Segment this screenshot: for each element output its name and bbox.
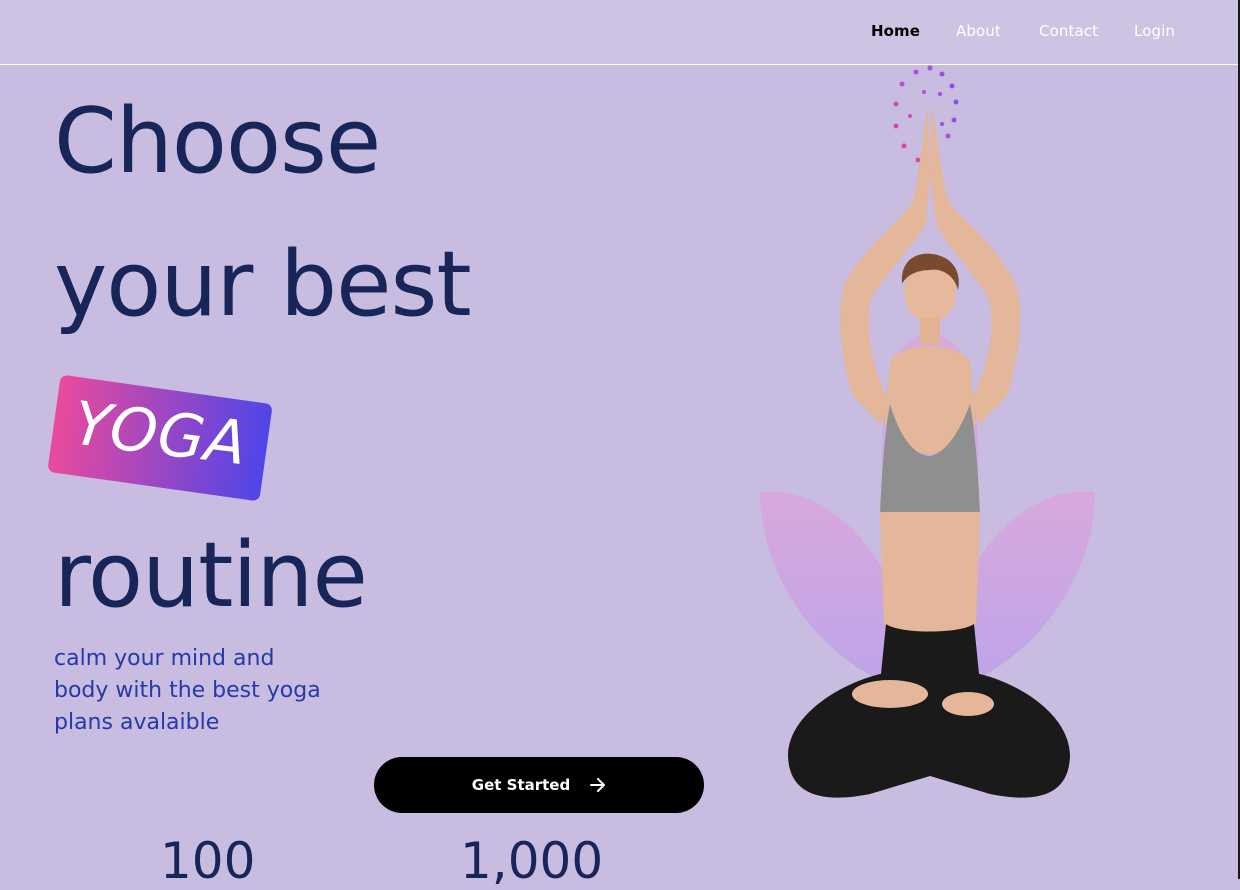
tagline-line: calm your mind and [54, 646, 275, 671]
get-started-button[interactable]: Get Started [374, 757, 704, 813]
yoga-badge: YOGA [47, 374, 273, 502]
navbar: Home About Contact Login [0, 0, 1240, 65]
nav-about-link[interactable]: About [956, 22, 1001, 40]
tagline-line: plans avalaible [54, 710, 220, 735]
nav-home-link[interactable]: Home [871, 22, 920, 40]
headline-line-your-best: your best [54, 232, 472, 337]
nav-contact-link[interactable]: Contact [1039, 22, 1098, 40]
yoga-woman [788, 104, 1070, 798]
headline-line-routine: routine [54, 523, 368, 628]
yoga-woman-illustration [760, 65, 1095, 798]
hero-tagline: calm your mind and body with the best yo… [54, 643, 334, 739]
arrow-right-icon [590, 778, 606, 792]
nav-login-link[interactable]: Login [1134, 22, 1175, 40]
headline-line-choose: Choose [54, 89, 381, 194]
tagline-line: body with the best yoga [54, 678, 321, 703]
get-started-label: Get Started [471, 776, 571, 794]
yoga-badge-text: YOGA [69, 388, 252, 480]
